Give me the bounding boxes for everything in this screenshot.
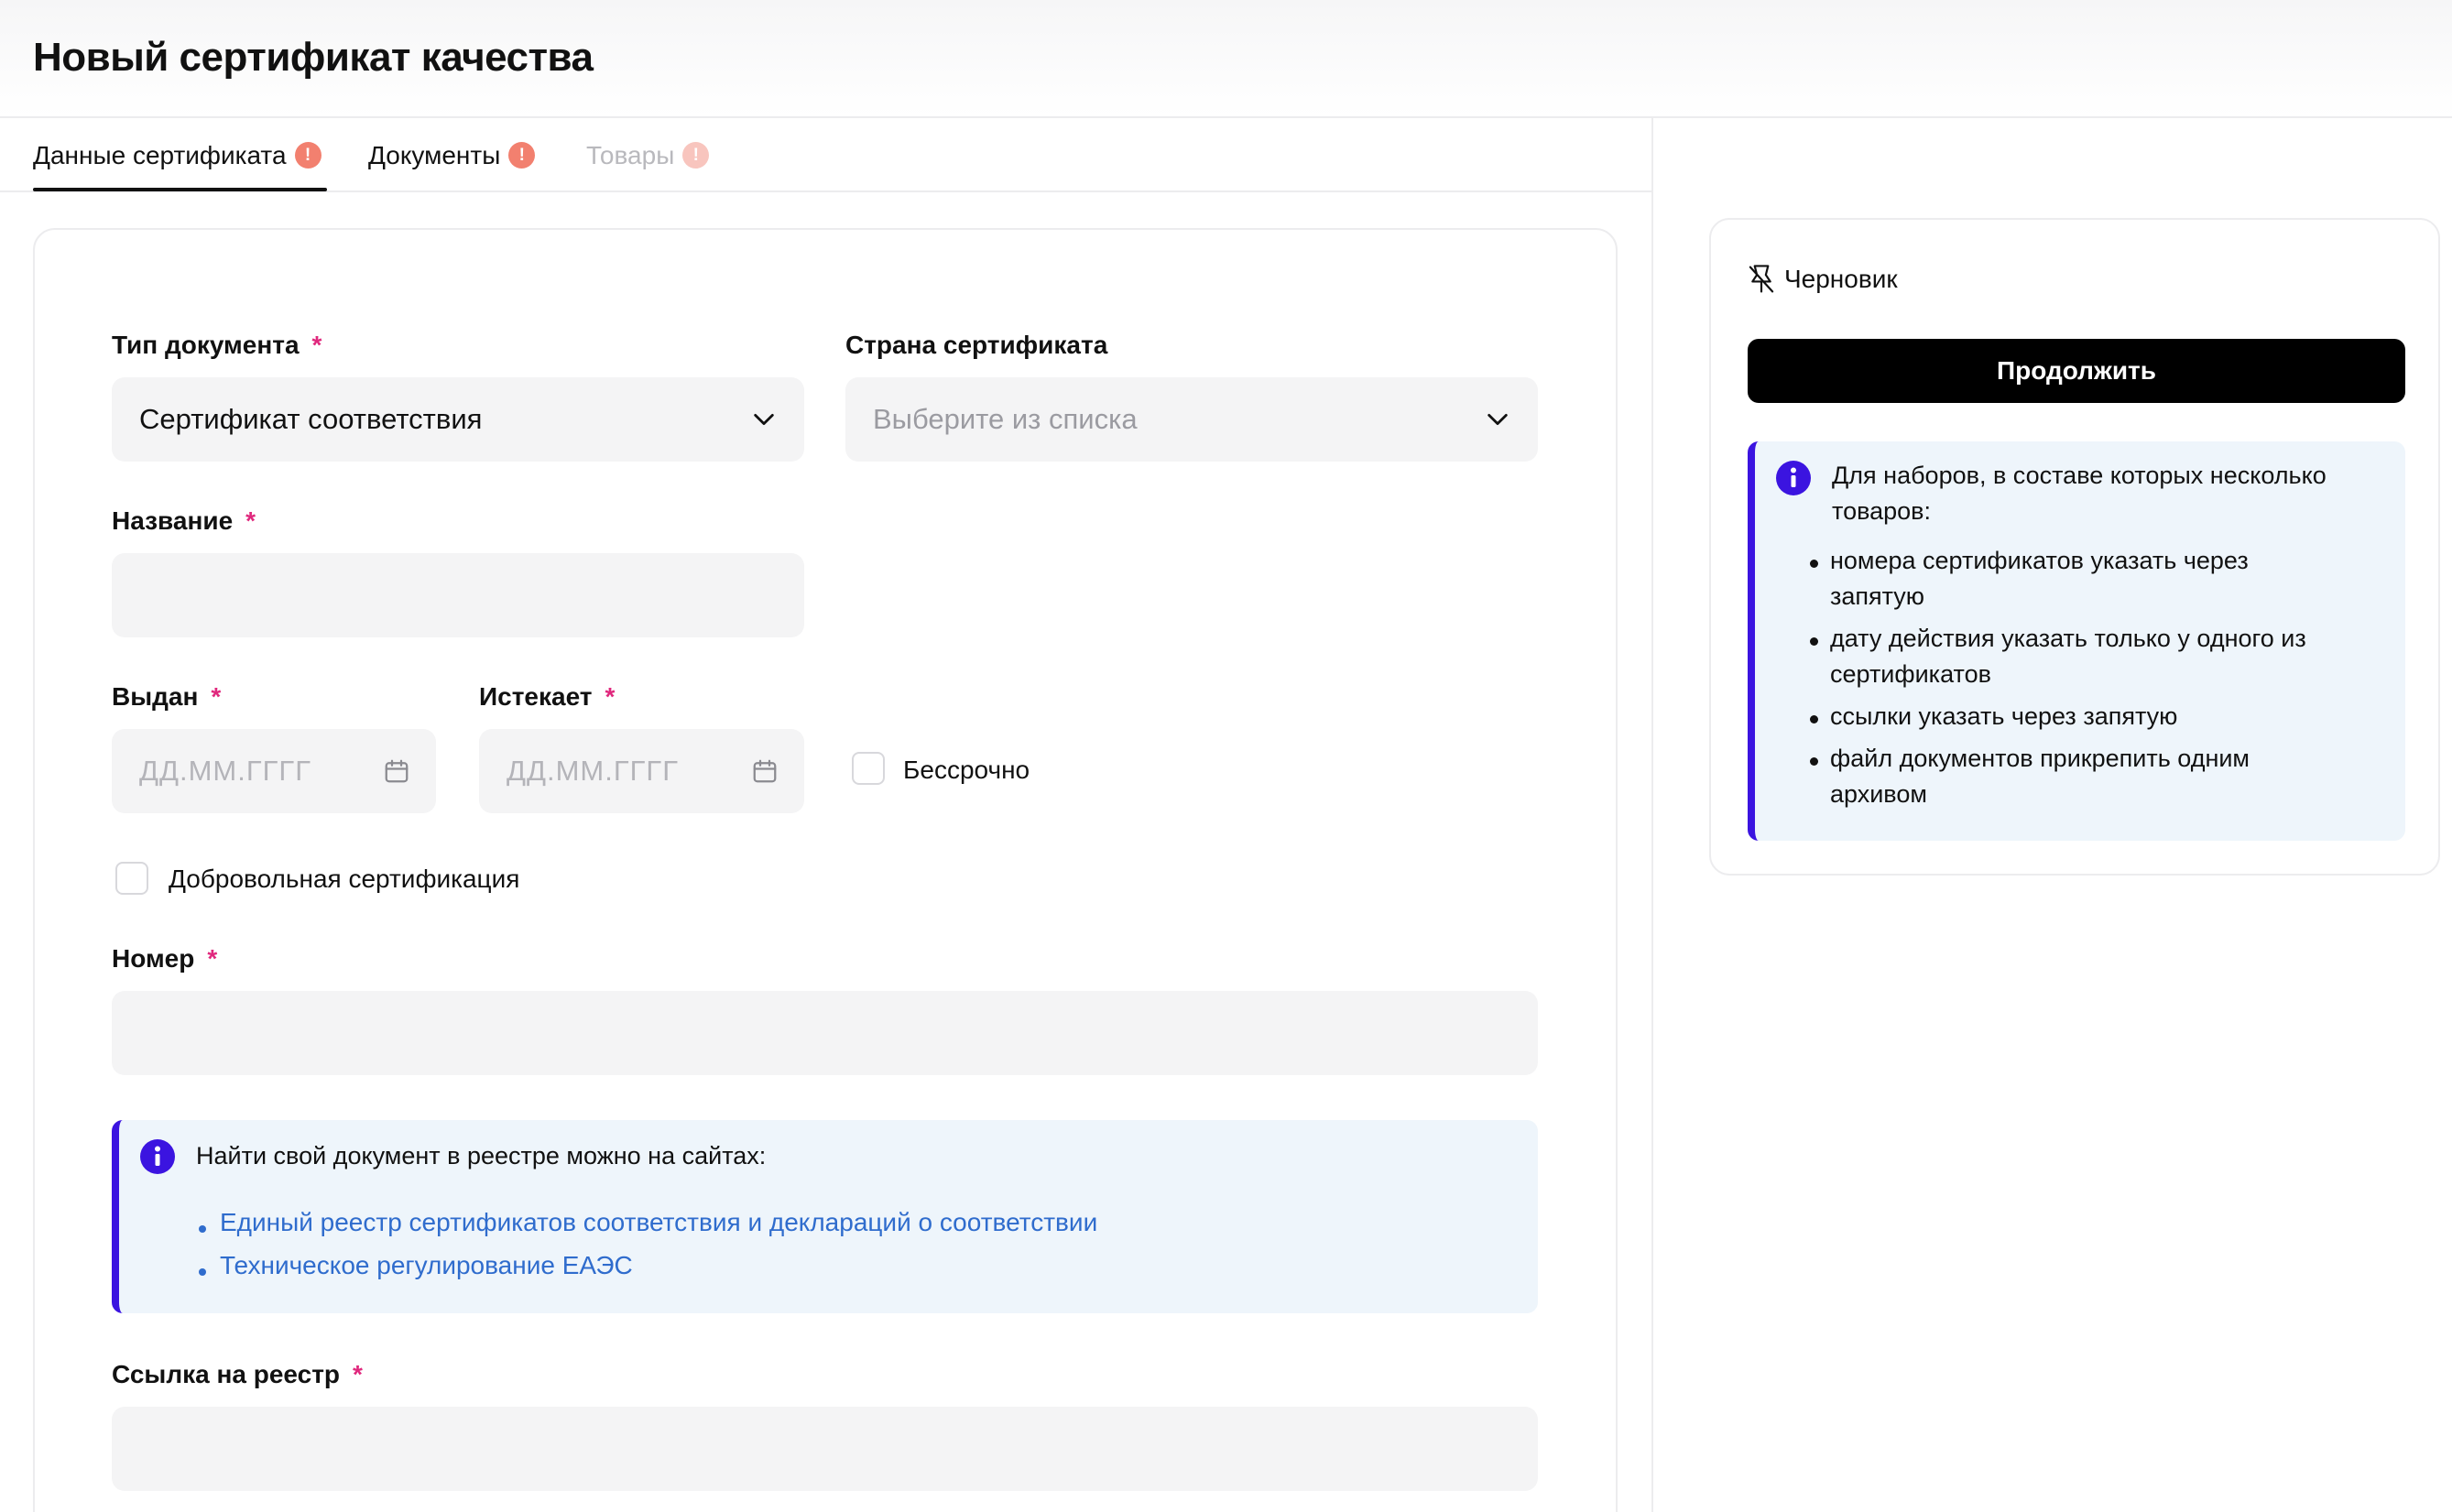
doc-type-select[interactable]: Сертификат соответствия bbox=[112, 377, 804, 462]
number-input[interactable] bbox=[112, 991, 1538, 1075]
bullet bbox=[1810, 560, 1818, 568]
page-header: Новый сертификат качества bbox=[0, 0, 2452, 118]
bundle-info-text-line-2: товаров: bbox=[1832, 497, 1932, 525]
doc-type-select-value: Сертификат соответствия bbox=[139, 403, 483, 435]
issued-date-input[interactable]: ДД.ММ.ГГГГ bbox=[112, 729, 436, 813]
registry-link-eaeu-regulation[interactable]: Техническое регулирование ЕАЭС bbox=[220, 1251, 633, 1280]
registry-info-text: Найти свой документ в реестре можно на с… bbox=[196, 1142, 767, 1169]
country-label: Страна сертификата bbox=[845, 331, 1107, 360]
active-tab-indicator bbox=[33, 188, 327, 191]
expires-label-text: Истекает bbox=[479, 682, 593, 711]
required-marker: * bbox=[207, 944, 218, 973]
column-divider bbox=[1651, 118, 1653, 1512]
tab-certificate-data[interactable]: Данные сертификата ! bbox=[33, 118, 321, 192]
summary-side-card: Черновик Продолжить Для наборов, в соста… bbox=[1709, 218, 2440, 876]
required-marker: * bbox=[605, 682, 616, 711]
issued-label-text: Выдан bbox=[112, 682, 199, 711]
draft-icon bbox=[1749, 265, 1774, 293]
tab-certificate-data-label: Данные сертификата bbox=[33, 140, 287, 169]
bundle-info-item-continued: сертификатов bbox=[1830, 660, 1991, 688]
bundle-info-item: ссылки указать через запятую bbox=[1830, 702, 2178, 730]
name-label-text: Название bbox=[112, 506, 234, 535]
tab-documents-warning-badge: ! bbox=[508, 142, 536, 169]
tab-products-label: Товары bbox=[586, 140, 675, 169]
bullet bbox=[1810, 757, 1818, 766]
name-input[interactable] bbox=[112, 553, 804, 637]
tab-bar: Данные сертификата ! Документы ! Товары … bbox=[0, 118, 1651, 192]
bundle-info-text-line-1: Для наборов, в составе которых несколько bbox=[1832, 462, 2327, 489]
voluntary-certification-checkbox[interactable] bbox=[115, 862, 148, 895]
chevron-down-icon bbox=[1488, 413, 1508, 426]
name-label: Название * bbox=[112, 506, 256, 536]
doc-type-label: Тип документа * bbox=[112, 331, 321, 360]
info-icon bbox=[140, 1139, 175, 1174]
bullet bbox=[199, 1268, 206, 1276]
country-select-placeholder: Выберите из списка bbox=[873, 403, 1138, 435]
required-marker: * bbox=[245, 506, 256, 535]
tab-products: Товары ! bbox=[586, 118, 710, 192]
bundle-info-item-continued: запятую bbox=[1830, 582, 1925, 610]
required-marker: * bbox=[311, 331, 322, 359]
draft-status-label: Черновик bbox=[1784, 265, 1898, 293]
issued-date-placeholder: ДД.ММ.ГГГГ bbox=[139, 755, 312, 787]
info-icon bbox=[1776, 461, 1811, 495]
registry-url-label-text: Ссылка на реестр bbox=[112, 1360, 341, 1388]
page-title: Новый сертификат качества bbox=[33, 35, 594, 80]
indefinite-checkbox-label[interactable]: Бессрочно bbox=[903, 756, 1030, 785]
bullet bbox=[199, 1225, 206, 1233]
number-label-text: Номер bbox=[112, 944, 195, 973]
draft-status: Черновик bbox=[1748, 264, 1898, 295]
registry-url-label: Ссылка на реестр * bbox=[112, 1360, 363, 1389]
country-label-text: Страна сертификата bbox=[845, 331, 1108, 359]
required-marker: * bbox=[211, 682, 222, 711]
bundle-info-item: дату действия указать только у одного из bbox=[1830, 625, 2306, 652]
registry-link-unified-registry[interactable]: Единый реестр сертификатов соответствия … bbox=[220, 1208, 1097, 1237]
expires-label: Истекает * bbox=[479, 682, 615, 712]
continue-button[interactable]: Продолжить bbox=[1748, 339, 2405, 403]
tab-documents[interactable]: Документы ! bbox=[368, 118, 536, 192]
doc-type-label-text: Тип документа bbox=[112, 331, 300, 359]
voluntary-certification-label[interactable]: Добровольная сертификация bbox=[169, 865, 519, 894]
calendar-icon[interactable] bbox=[751, 757, 779, 785]
bullet bbox=[1810, 715, 1818, 723]
bullet bbox=[1810, 637, 1818, 646]
registry-info-box: Найти свой документ в реестре можно на с… bbox=[112, 1120, 1538, 1313]
expires-date-input[interactable]: ДД.ММ.ГГГГ bbox=[479, 729, 804, 813]
number-label: Номер * bbox=[112, 944, 217, 974]
tab-documents-label: Документы bbox=[368, 140, 501, 169]
bundle-info-item: файл документов прикрепить одним bbox=[1830, 745, 2250, 772]
certificate-form-card: Тип документа * Сертификат соответствия С… bbox=[33, 228, 1618, 1512]
issued-label: Выдан * bbox=[112, 682, 221, 712]
tab-products-warning-badge: ! bbox=[682, 142, 710, 169]
calendar-icon[interactable] bbox=[383, 757, 410, 785]
indefinite-checkbox[interactable] bbox=[852, 752, 885, 785]
bundle-info-item-continued: архивом bbox=[1830, 780, 1927, 808]
chevron-down-icon bbox=[754, 413, 774, 426]
required-marker: * bbox=[353, 1360, 363, 1388]
expires-date-placeholder: ДД.ММ.ГГГГ bbox=[507, 755, 680, 787]
country-select[interactable]: Выберите из списка bbox=[845, 377, 1538, 462]
tab-certificate-data-warning-badge: ! bbox=[294, 142, 321, 169]
registry-url-input[interactable] bbox=[112, 1407, 1538, 1491]
bundle-info-item: номера сертификатов указать через bbox=[1830, 547, 2249, 574]
bundle-info-box: Для наборов, в составе которых несколько… bbox=[1748, 441, 2405, 841]
